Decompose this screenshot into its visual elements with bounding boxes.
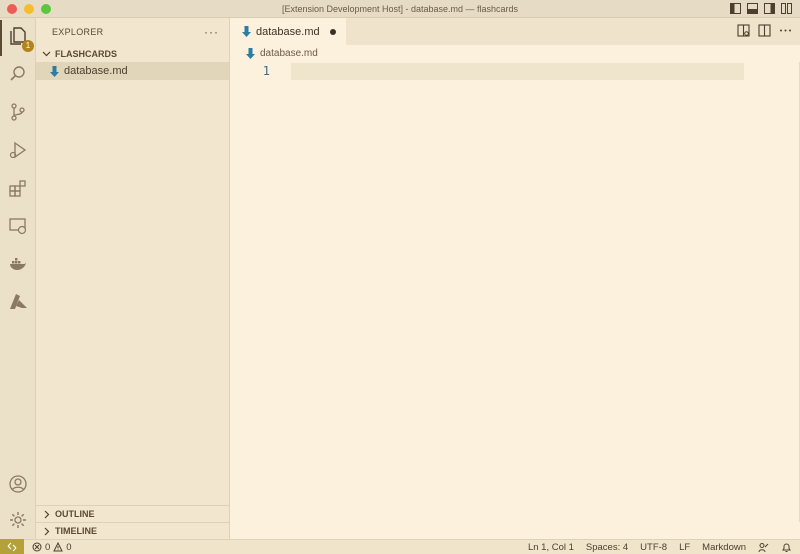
breadcrumb-file[interactable]: database.md	[260, 48, 318, 59]
open-preview-icon[interactable]	[737, 24, 750, 37]
status-right-items: Ln 1, Col 1 Spaces: 4 UTF-8 LF Markdown	[528, 542, 792, 553]
markdown-file-icon	[240, 26, 252, 38]
toggle-secondary-sidebar-icon[interactable]	[764, 3, 775, 14]
window-title: [Extension Development Host] - database.…	[281, 3, 519, 14]
run-debug-icon[interactable]	[6, 138, 30, 162]
markdown-file-icon	[48, 65, 60, 77]
source-control-icon[interactable]	[6, 100, 30, 124]
active-view-indicator	[0, 20, 2, 56]
activity-bar: 1	[0, 18, 36, 539]
text-editor[interactable]: 1	[230, 62, 800, 522]
chevron-right-icon	[40, 508, 52, 520]
status-bar: 0 0 Ln 1, Col 1 Spaces: 4 UTF-8 LF Markd…	[0, 539, 800, 554]
accounts-icon[interactable]	[6, 472, 30, 496]
chevron-down-icon	[40, 48, 52, 60]
markdown-file-icon	[244, 48, 256, 60]
toggle-panel-icon[interactable]	[747, 3, 758, 14]
warning-count: 0	[66, 541, 72, 553]
folder-section-header[interactable]: FLASHCARDS	[36, 45, 229, 62]
search-icon[interactable]	[6, 62, 30, 86]
cursor-position[interactable]: Ln 1, Col 1	[528, 542, 574, 553]
docker-icon[interactable]	[6, 252, 30, 276]
explorer-sidebar: EXPLORER ··· FLASHCARDS database.md OUTL…	[36, 18, 230, 539]
minimize-window-button[interactable]	[24, 3, 34, 14]
timeline-section-header[interactable]: TIMELINE	[36, 522, 229, 539]
error-icon	[32, 542, 42, 552]
remote-indicator-button[interactable]	[0, 539, 24, 554]
explorer-more-actions-button[interactable]: ···	[204, 25, 219, 39]
explorer-badge: 1	[22, 40, 34, 52]
notifications-bell-icon[interactable]	[781, 542, 792, 553]
zoom-window-button[interactable]	[41, 3, 51, 14]
tab-database-md[interactable]: database.md	[230, 18, 346, 45]
explorer-header: EXPLORER ···	[36, 18, 229, 45]
explorer-title: EXPLORER	[52, 26, 104, 37]
end-of-line[interactable]: LF	[679, 542, 690, 553]
explorer-icon[interactable]: 1	[6, 24, 34, 52]
split-editor-icon[interactable]	[758, 24, 771, 37]
warning-icon	[53, 542, 64, 552]
outline-label: OUTLINE	[55, 509, 95, 519]
unsaved-dot-icon[interactable]	[329, 28, 336, 35]
title-bar: [Extension Development Host] - database.…	[0, 0, 800, 18]
encoding[interactable]: UTF-8	[640, 542, 667, 553]
error-count: 0	[45, 541, 51, 553]
extensions-icon[interactable]	[6, 176, 30, 200]
azure-icon[interactable]	[6, 290, 30, 314]
language-mode[interactable]: Markdown	[702, 542, 746, 553]
layout-controls	[730, 3, 792, 14]
feedback-icon[interactable]	[758, 542, 769, 553]
outline-section-header[interactable]: OUTLINE	[36, 505, 229, 522]
editor-actions	[737, 24, 792, 37]
remote-explorer-icon[interactable]	[6, 214, 30, 238]
file-item-database-md[interactable]: database.md	[36, 62, 229, 80]
tab-label: database.md	[256, 25, 320, 38]
folder-name: FLASHCARDS	[55, 48, 117, 59]
problems-status-button[interactable]: 0 0	[32, 542, 72, 553]
manage-gear-icon[interactable]	[6, 508, 30, 532]
sidebar-bottom-sections: OUTLINE TIMELINE	[36, 505, 229, 539]
editor-tabs: database.md	[230, 18, 800, 45]
chevron-right-icon	[40, 525, 52, 537]
remote-icon	[7, 542, 17, 551]
file-name: database.md	[64, 65, 128, 77]
indentation[interactable]: Spaces: 4	[586, 542, 628, 553]
current-line-highlight	[291, 63, 744, 80]
more-actions-icon[interactable]	[779, 24, 792, 37]
timeline-label: TIMELINE	[55, 526, 97, 536]
breadcrumb[interactable]: database.md	[230, 45, 800, 62]
customize-layout-icon[interactable]	[781, 3, 792, 14]
toggle-primary-sidebar-icon[interactable]	[730, 3, 741, 14]
editor-area: database.md database.md 1	[230, 18, 800, 539]
window-controls	[7, 3, 51, 14]
close-window-button[interactable]	[7, 3, 17, 14]
line-number: 1	[262, 64, 270, 78]
